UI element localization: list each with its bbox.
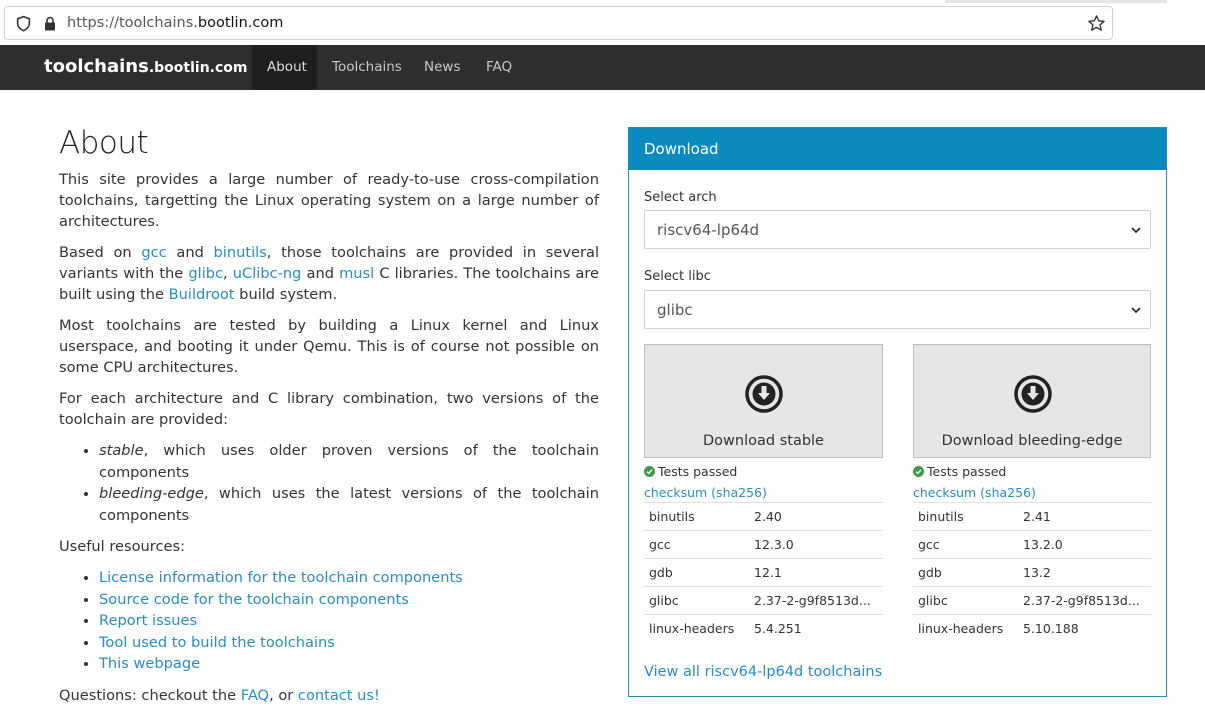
nav-toolchains[interactable]: Toolchains (332, 45, 402, 90)
gcc-link[interactable]: gcc (141, 244, 166, 261)
list-item: License information for the toolchain co… (99, 567, 599, 589)
table-row: gcc 13.2.0 (913, 530, 1151, 559)
license-info-link[interactable]: License information for the toolchain co… (99, 569, 463, 586)
stable-tests-status: Tests passed (644, 464, 737, 479)
table-row: linux-headers 5.4.251 (644, 614, 883, 643)
contact-link[interactable]: contact us! (298, 687, 380, 704)
list-item: Tool used to build the toolchains (99, 632, 599, 654)
build-tool-link[interactable]: Tool used to build the toolchains (99, 634, 335, 651)
arch-label: Select arch (644, 190, 717, 205)
libc-label: Select libc (644, 269, 711, 284)
libc-select[interactable]: glibc (644, 290, 1151, 329)
uclibc-link[interactable]: uClibc-ng (233, 265, 302, 282)
glibc-link[interactable]: glibc (188, 265, 223, 282)
versions-paragraph: For each architecture and C library comb… (59, 390, 599, 428)
questions-paragraph: Questions: checkout the FAQ, or contact … (59, 686, 380, 704)
faq-link[interactable]: FAQ (241, 687, 269, 704)
bleeding-versions-table: binutils 2.41 gcc 13.2.0 gdb 13.2 glibc 2.37… (913, 502, 1151, 643)
download-icon (1014, 375, 1052, 413)
nav-about[interactable]: About (252, 45, 317, 90)
download-icon (745, 375, 783, 413)
this-webpage-link[interactable]: This webpage (99, 655, 200, 672)
list-item: This webpage (99, 653, 599, 675)
table-row: gdb 12.1 (644, 558, 883, 587)
resources-list: License information for the toolchain co… (99, 567, 599, 675)
address-bar[interactable]: https://toolchains.bootlin.com (4, 6, 1113, 40)
nav-news[interactable]: News (424, 45, 460, 90)
versions-list: stable, which uses older proven versions… (99, 440, 599, 526)
binutils-link[interactable]: binutils (214, 244, 267, 261)
check-circle-icon (644, 466, 655, 477)
table-row: binutils 2.41 (913, 502, 1151, 531)
table-row: binutils 2.40 (644, 502, 883, 531)
about-section: About This site provides a large number … (59, 125, 599, 716)
intro-paragraph: This site provides a large number of rea… (59, 171, 599, 230)
page-title: About (59, 125, 149, 161)
stable-checksum-link[interactable]: checksum (sha256) (644, 485, 767, 500)
check-circle-icon (913, 466, 924, 477)
list-item: bleeding-edge, which uses the latest ver… (99, 483, 599, 526)
shield-icon[interactable] (15, 15, 32, 32)
download-panel-title: Download (629, 128, 1166, 170)
download-bleeding-edge-button[interactable]: Download bleeding-edge (913, 344, 1151, 458)
table-row: gdb 13.2 (913, 558, 1151, 587)
bleeding-tests-status: Tests passed (913, 464, 1006, 479)
bleeding-checksum-link[interactable]: checksum (sha256) (913, 485, 1036, 500)
resources-heading: Useful resources: (59, 538, 185, 555)
list-item: Report issues (99, 610, 599, 632)
view-all-toolchains-link[interactable]: View all riscv64-lp64d toolchains (644, 664, 882, 680)
url-text[interactable]: https://toolchains.bootlin.com (67, 15, 283, 31)
list-item: stable, which uses older proven versions… (99, 440, 599, 483)
browser-toolbar: https://toolchains.bootlin.com (0, 0, 1205, 48)
table-row: glibc 2.37-2-g9f8513d... (644, 586, 883, 615)
site-navbar: toolchains.bootlin.com About Toolchains … (0, 45, 1205, 90)
variants-paragraph: Based on gcc and binutils, those toolcha… (59, 244, 600, 303)
bookmark-star-icon[interactable] (1087, 14, 1106, 33)
table-row: glibc 2.37-2-g9f8513d... (913, 586, 1151, 615)
testing-paragraph: Most toolchains are tested by building a… (59, 317, 599, 376)
nav-faq[interactable]: FAQ (486, 45, 512, 90)
lock-icon[interactable] (42, 15, 58, 32)
chevron-down-icon (1131, 227, 1141, 234)
download-panel: Download Select arch riscv64-lp64d Selec… (628, 127, 1167, 697)
chevron-down-icon (1131, 307, 1141, 314)
arch-select[interactable]: riscv64-lp64d (644, 210, 1151, 249)
list-item: Source code for the toolchain components (99, 589, 599, 611)
buildroot-link[interactable]: Buildroot (169, 286, 235, 303)
musl-link[interactable]: musl (339, 265, 374, 282)
site-brand-link[interactable]: toolchains.bootlin.com (44, 56, 248, 77)
tab-strip-edge (945, 0, 1167, 3)
source-code-link[interactable]: Source code for the toolchain components (99, 591, 409, 608)
download-stable-button[interactable]: Download stable (644, 344, 883, 458)
table-row: gcc 12.3.0 (644, 530, 883, 559)
stable-versions-table: binutils 2.40 gcc 12.3.0 gdb 12.1 glibc 2.37… (644, 502, 883, 643)
report-issues-link[interactable]: Report issues (99, 612, 197, 629)
table-row: linux-headers 5.10.188 (913, 614, 1151, 643)
